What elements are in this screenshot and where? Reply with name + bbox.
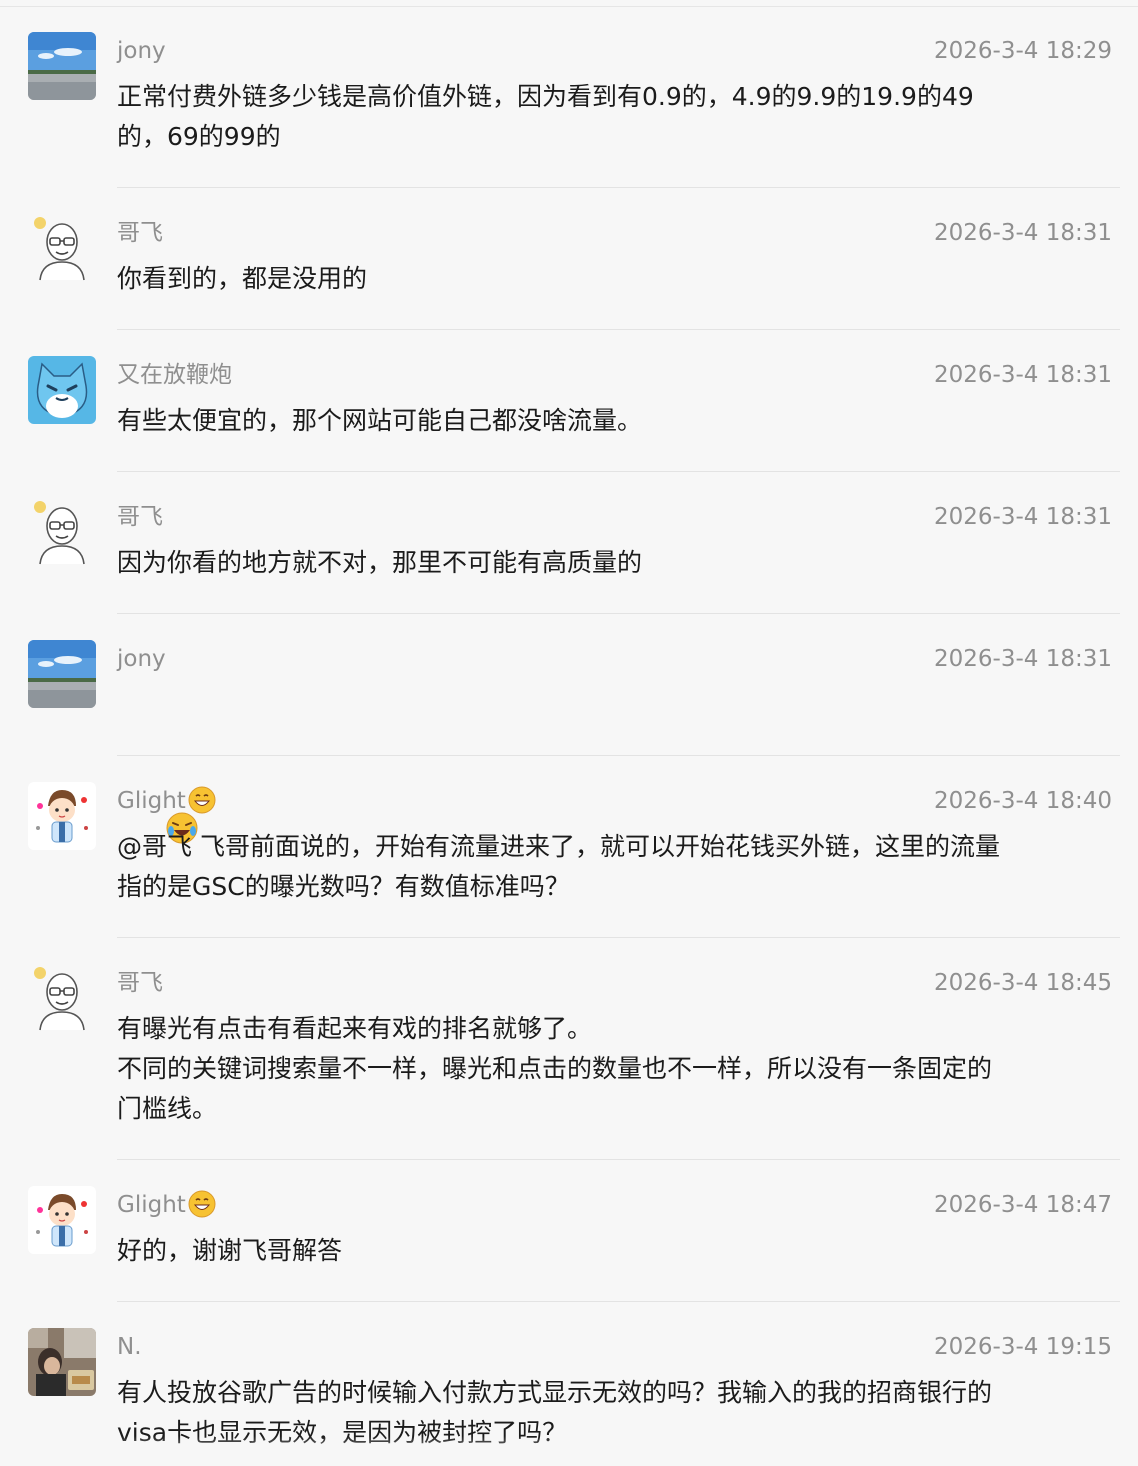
message-divider [117, 755, 1120, 756]
blue-cat-avatar[interactable] [28, 356, 96, 424]
sender-name-text: Glight [117, 1192, 186, 1218]
message-text: @哥飞 飞哥前面说的，开始有流量进来了，就可以开始花钱买外链，这里的流量 指的是… [117, 832, 1000, 901]
timestamp: 2026-3-4 18:29 [934, 38, 1112, 64]
grinning-face-emoji [187, 785, 217, 815]
bald-man-avatar[interactable] [28, 214, 96, 282]
message-divider [117, 187, 1120, 188]
sender-name[interactable]: jony [117, 645, 166, 673]
sender-name[interactable]: 哥飞 [117, 969, 163, 997]
bottom-fade [0, 1436, 1138, 1466]
message-divider [117, 937, 1120, 938]
timestamp: 2026-3-4 18:31 [934, 220, 1112, 246]
bald-man-avatar[interactable] [28, 964, 96, 1032]
timestamp: 2026-3-4 18:31 [934, 362, 1112, 388]
message-text: 正常付费外链多少钱是高价值外链，因为看到有0.9的，4.9的9.9的19.9的4… [117, 82, 974, 151]
sender-name-text: Glight [117, 788, 186, 814]
sender-name[interactable]: jony [117, 37, 166, 65]
timestamp: 2026-3-4 18:31 [934, 504, 1112, 530]
sender-name[interactable]: 哥飞 [117, 503, 163, 531]
message-text: 好的，谢谢飞哥解答 [117, 1236, 343, 1265]
sender-name[interactable]: Glight [117, 785, 217, 815]
bald-man-avatar[interactable] [28, 498, 96, 566]
laughing-tears-emoji [165, 731, 199, 844]
message-divider [117, 471, 1120, 472]
top-divider [0, 6, 1138, 7]
timestamp: 2026-3-4 19:15 [934, 1334, 1112, 1360]
timestamp: 2026-3-4 18:40 [934, 788, 1112, 814]
sender-name[interactable]: 又在放鞭炮 [117, 361, 232, 389]
message-text: 你看到的，都是没用的 [117, 264, 368, 293]
message-text: 有些太便宜的，那个网站可能自己都没啥流量。 [117, 406, 643, 435]
grinning-face-emoji [187, 1189, 217, 1219]
cartoon-boy-avatar[interactable] [28, 1186, 96, 1254]
message-divider [117, 1159, 1120, 1160]
lake-avatar[interactable] [28, 640, 96, 708]
message-text: 有曝光有点击有看起来有戏的排名就够了。 不同的关键词搜索量不一样，曝光和点击的数… [117, 1014, 993, 1123]
message-divider [117, 329, 1120, 330]
message-divider [117, 613, 1120, 614]
lake-avatar[interactable] [28, 32, 96, 100]
sender-name[interactable]: Glight [117, 1189, 217, 1219]
message-divider [117, 1301, 1120, 1302]
timestamp: 2026-3-4 18:47 [934, 1192, 1112, 1218]
timestamp: 2026-3-4 18:45 [934, 970, 1112, 996]
message-text: 因为你看的地方就不对，那里不可能有高质量的 [117, 548, 643, 577]
sender-name[interactable]: 哥飞 [117, 219, 163, 247]
photo-avatar[interactable] [28, 1328, 96, 1396]
sender-name[interactable]: N. [117, 1333, 142, 1361]
cartoon-boy-avatar[interactable] [28, 782, 96, 850]
timestamp: 2026-3-4 18:31 [934, 646, 1112, 672]
